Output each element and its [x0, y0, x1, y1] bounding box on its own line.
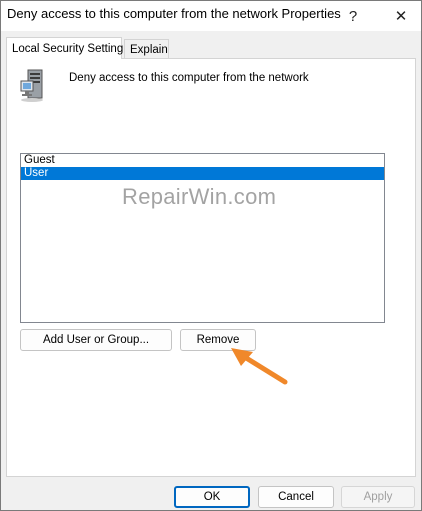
list-item-guest[interactable]: Guest: [21, 154, 384, 167]
tab-explain[interactable]: Explain: [124, 39, 169, 59]
annotation-arrow-icon: [231, 348, 288, 385]
watermark: RepairWin.com: [122, 184, 277, 209]
list-item-user[interactable]: User: [21, 167, 384, 180]
accounts-list[interactable]: Guest User: [20, 153, 385, 323]
ok-button[interactable]: OK: [174, 486, 250, 508]
close-button[interactable]: ✕: [382, 1, 420, 31]
server-computer-icon: [20, 69, 43, 102]
window-title: Deny access to this computer from the ne…: [7, 6, 341, 21]
help-button[interactable]: ?: [334, 1, 372, 31]
properties-dialog: Deny access to this computer from the ne…: [0, 0, 422, 511]
policy-name: Deny access to this computer from the ne…: [69, 72, 309, 84]
add-user-or-group-button[interactable]: Add User or Group...: [20, 329, 172, 351]
tab-local-security-setting[interactable]: Local Security Setting: [6, 37, 123, 59]
apply-button[interactable]: Apply: [341, 486, 415, 508]
tab-panel: Deny access to this computer from the ne…: [6, 58, 416, 477]
title-bar: Deny access to this computer from the ne…: [1, 1, 421, 31]
cancel-button[interactable]: Cancel: [258, 486, 334, 508]
